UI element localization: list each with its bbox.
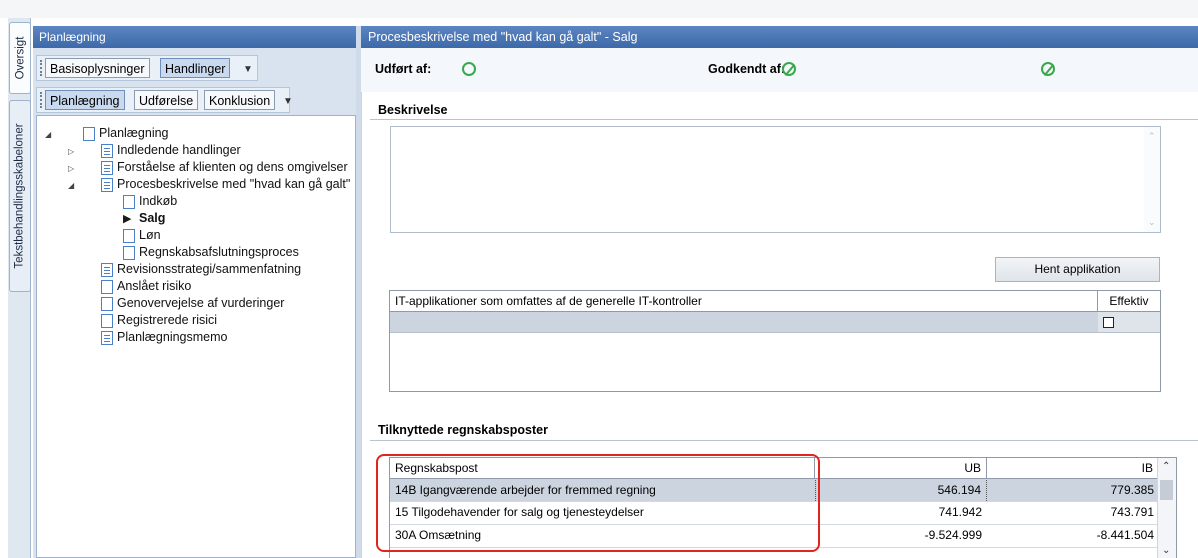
beskrivelse-textarea[interactable]: ⌃ ⌄ xyxy=(390,126,1161,233)
hent-applikation-button[interactable]: Hent applikation xyxy=(995,257,1160,282)
textarea-scrollbar[interactable]: ⌃ ⌄ xyxy=(1144,127,1160,232)
navigation-tree: ◢ Planlægning ▷ Indledende handlinger ▷ … xyxy=(36,115,356,558)
document-lines-icon xyxy=(101,144,113,158)
tree-item-forstaaelse[interactable]: Forståelse af klienten og dens omgivelse… xyxy=(117,159,348,176)
second-approval-slashed-circle-icon[interactable] xyxy=(1041,62,1055,76)
tab-basisoplysninger[interactable]: Basisoplysninger xyxy=(45,58,150,78)
vertical-tab-strip: Oversigt Tekstbehandlingsskabeloner xyxy=(8,18,31,558)
document-lines-icon xyxy=(101,161,113,175)
scroll-up-icon[interactable]: ⌃ xyxy=(1148,131,1156,142)
table-row-ub[interactable]: 741.942 xyxy=(815,502,987,523)
tree-item-regnskabsafslutning[interactable]: Regnskabsafslutningsproces xyxy=(139,244,299,261)
collapsed-icon[interactable]: ▷ xyxy=(68,147,74,156)
approval-bar: Udført af: Godkendt af: xyxy=(361,48,1198,93)
effektiv-checkbox[interactable] xyxy=(1103,317,1114,328)
document-icon xyxy=(83,127,95,141)
tree-item-loen[interactable]: Løn xyxy=(139,227,161,244)
document-icon xyxy=(101,314,113,328)
top-strip xyxy=(0,0,1198,18)
section-divider xyxy=(370,440,1198,441)
table-row-ib[interactable]: 779.385 xyxy=(987,480,1159,501)
tilknyttede-label: Tilknyttede regnskabsposter xyxy=(378,423,548,437)
tree-item-planlaegningsmemo[interactable]: Planlægningsmemo xyxy=(117,329,227,346)
tree-item-salg[interactable]: Salg xyxy=(139,210,165,227)
table-row-ib[interactable]: 743.791 xyxy=(987,502,1159,523)
godkendt-label: Godkendt af: xyxy=(708,62,786,76)
godkendt-status-slashed-circle-icon[interactable] xyxy=(782,62,796,76)
toolbar-top: Basisoplysninger Handlinger ▼ xyxy=(36,55,258,81)
tab-oversigt[interactable]: Oversigt xyxy=(9,22,31,94)
current-item-arrow-icon: ▶ xyxy=(123,213,132,225)
document-lines-icon xyxy=(101,263,113,277)
tree-item-registrerede-risici[interactable]: Registrerede risici xyxy=(117,312,217,329)
expanded-icon[interactable]: ◢ xyxy=(45,130,51,139)
it-table-row[interactable] xyxy=(390,312,1098,333)
tab-udfoerelse[interactable]: Udførelse xyxy=(134,90,199,110)
document-lines-icon xyxy=(101,331,113,345)
it-applications-table: IT-applikationer som omfattes af de gene… xyxy=(389,290,1161,392)
udfoert-status-circle-icon[interactable] xyxy=(462,62,476,76)
table-scrollbar[interactable]: ⌃ ⌄ xyxy=(1157,458,1176,558)
tree-item-planlaegning[interactable]: Planlægning xyxy=(99,125,169,142)
right-panel-title: Procesbeskrivelse med "hvad kan gå galt"… xyxy=(361,26,1198,48)
table-row-ib[interactable]: -8.441.504 xyxy=(987,525,1159,546)
tab-tekstbehandlingsskabeloner[interactable]: Tekstbehandlingsskabeloner xyxy=(9,100,31,292)
ub-column-header[interactable]: UB xyxy=(815,458,987,479)
toolbar-bottom: Planlægning Udførelse Konklusion ▼ xyxy=(36,87,293,113)
highlight-annotation-box xyxy=(376,454,820,552)
scroll-down-icon[interactable]: ⌄ xyxy=(1162,545,1170,556)
effektiv-column-header[interactable]: Effektiv xyxy=(1098,291,1160,312)
document-icon xyxy=(123,195,135,209)
document-icon xyxy=(101,297,113,311)
document-icon xyxy=(101,280,113,294)
left-panel-title: Planlægning xyxy=(33,26,356,48)
scroll-thumb[interactable] xyxy=(1160,480,1173,500)
scroll-down-icon[interactable]: ⌄ xyxy=(1148,217,1156,228)
document-lines-icon xyxy=(101,178,113,192)
tree-item-procesbeskrivelse[interactable]: Procesbeskrivelse med "hvad kan gå galt" xyxy=(117,176,350,193)
toolbar-overflow-icon[interactable]: ▼ xyxy=(283,96,293,107)
table-row-ub[interactable]: -9.524.999 xyxy=(815,525,987,546)
beskrivelse-label: Beskrivelse xyxy=(378,103,448,117)
table-row-ub[interactable]: 546.194 xyxy=(815,480,987,501)
section-divider xyxy=(370,119,1198,120)
scroll-up-icon[interactable]: ⌃ xyxy=(1162,461,1170,472)
udfoert-label: Udført af: xyxy=(375,62,432,76)
tree-item-indkoeb[interactable]: Indkøb xyxy=(139,193,177,210)
tree-item-revisionsstrategi[interactable]: Revisionsstrategi/sammenfatning xyxy=(117,261,301,278)
expanded-icon[interactable]: ◢ xyxy=(68,181,74,190)
tab-handlinger[interactable]: Handlinger xyxy=(160,58,231,78)
collapsed-icon[interactable]: ▷ xyxy=(68,164,74,173)
it-column-header[interactable]: IT-applikationer som omfattes af de gene… xyxy=(390,291,1098,312)
tab-planlaegning[interactable]: Planlægning xyxy=(45,90,125,110)
document-icon xyxy=(123,246,135,260)
tree-item-anslaaet-risiko[interactable]: Anslået risiko xyxy=(117,278,191,295)
it-table-effektiv-cell xyxy=(1098,312,1160,333)
tree-item-genovervejelse[interactable]: Genovervejelse af vurderinger xyxy=(117,295,284,312)
document-icon xyxy=(123,229,135,243)
tab-konklusion[interactable]: Konklusion xyxy=(204,90,276,110)
toolbar-overflow-icon[interactable]: ▼ xyxy=(243,64,253,75)
tree-item-indledende-handlinger[interactable]: Indledende handlinger xyxy=(117,142,241,159)
ib-column-header[interactable]: IB xyxy=(987,458,1159,479)
